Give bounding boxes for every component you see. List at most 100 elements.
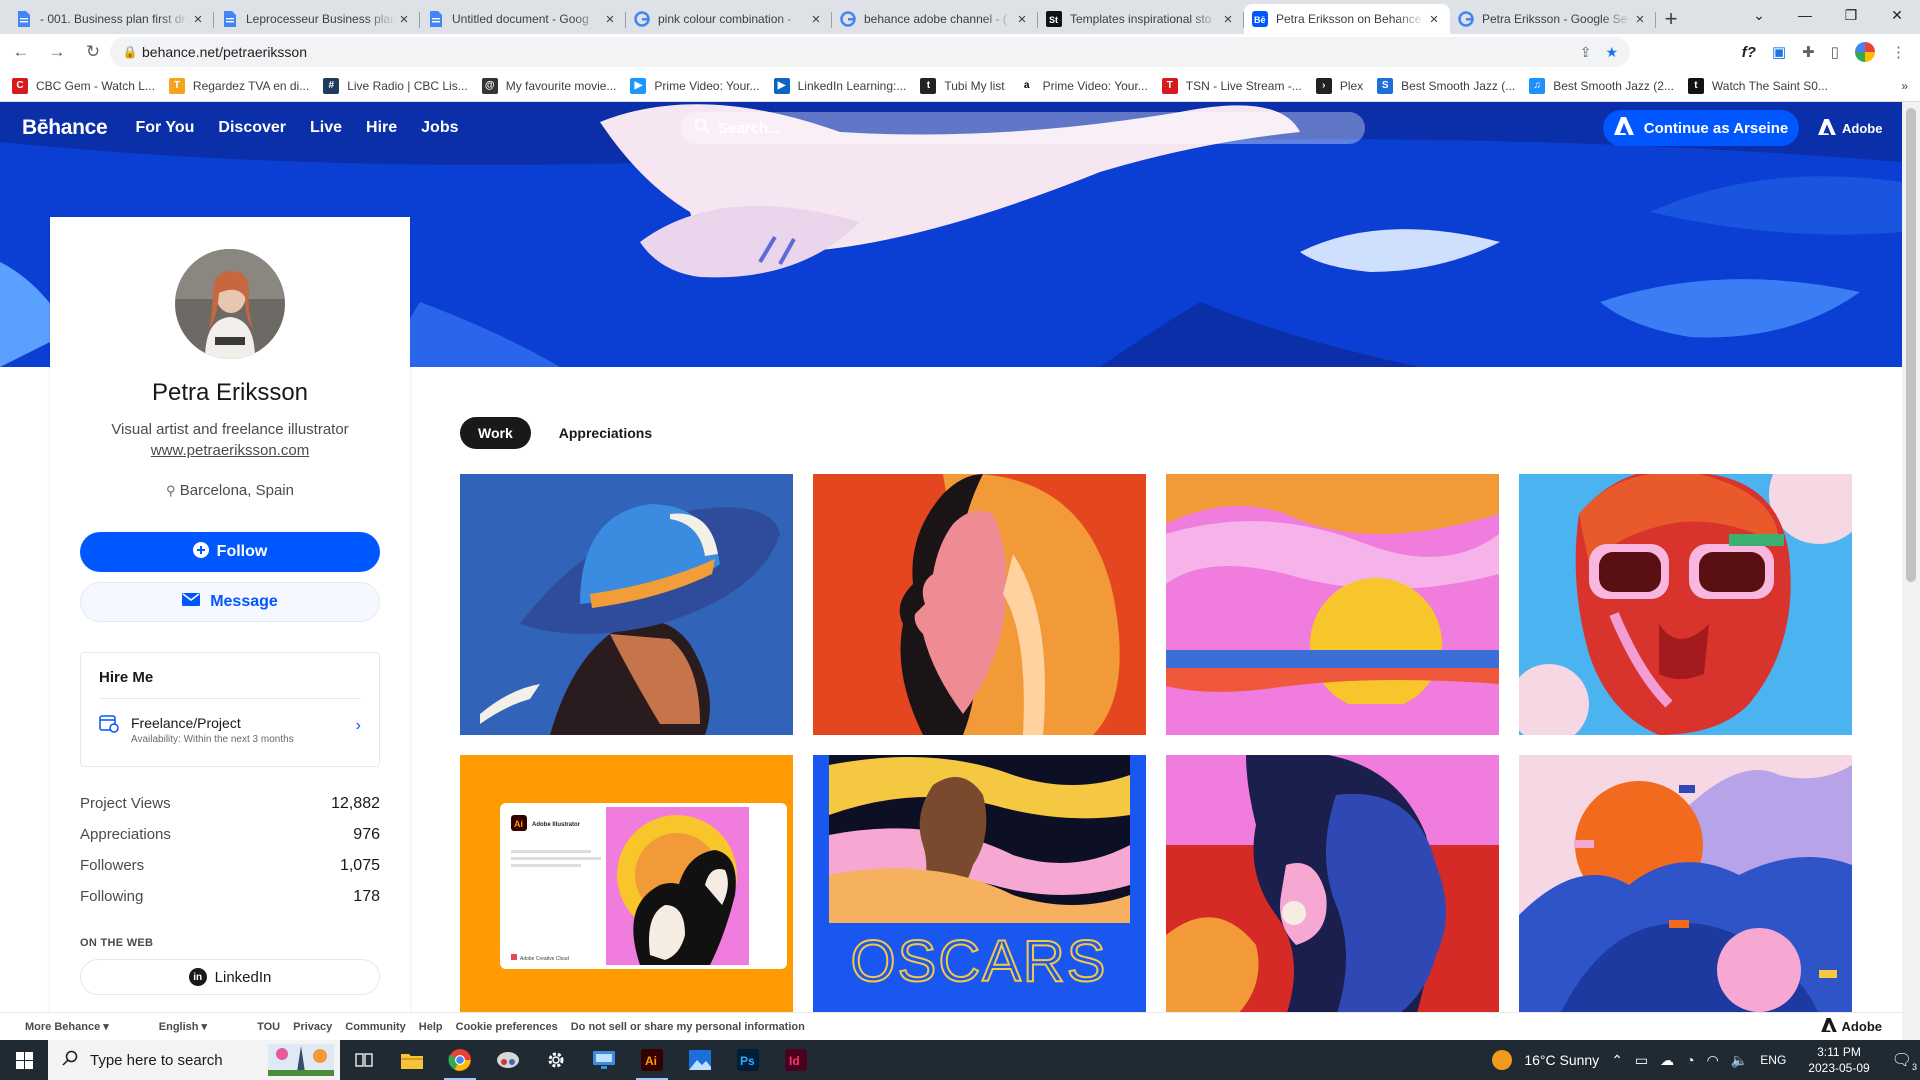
tab-work[interactable]: Work [460, 417, 531, 449]
hire-type[interactable]: Freelance/Project [131, 715, 241, 731]
project-card-profile-woman[interactable] [813, 474, 1146, 735]
weather-text[interactable]: 16°C Sunny [1524, 1052, 1599, 1068]
browser-tab[interactable]: Bē Petra Eriksson on Behance × [1244, 4, 1450, 34]
project-card-hat-woman[interactable] [460, 474, 793, 735]
bookmark-item[interactable]: T TSN - Live Stream -... [1161, 77, 1302, 94]
stat-followers[interactable]: Followers 1,075 [80, 857, 380, 888]
stat-value[interactable]: 178 [353, 888, 380, 919]
adobe-brand[interactable]: Adobe [1818, 119, 1882, 138]
network-icon[interactable]: ◔ [1686, 1052, 1694, 1068]
taskbar-search-input[interactable]: Type here to search [48, 1040, 340, 1080]
project-card-sunset[interactable] [1166, 474, 1499, 735]
nav-jobs[interactable]: Jobs [421, 119, 458, 137]
forward-button[interactable]: → [42, 37, 72, 67]
browser-tab[interactable]: Petra Eriksson - Google Se × [1450, 4, 1656, 34]
nav-live[interactable]: Live [310, 119, 342, 137]
bookmark-item[interactable]: C CBC Gem - Watch L... [12, 77, 155, 94]
close-tab-icon[interactable]: × [602, 11, 618, 28]
settings-gear-icon[interactable] [532, 1040, 580, 1080]
footer-help[interactable]: Help [419, 1021, 443, 1033]
new-tab-button[interactable]: + [1656, 4, 1686, 34]
stat-following[interactable]: Following 178 [80, 888, 380, 919]
browser-tab[interactable]: Leprocesseur Business plan × [214, 4, 420, 34]
project-card-oscars-poster[interactable]: OSCARS [813, 755, 1146, 1016]
cast-extension-icon[interactable]: ▣ [1772, 43, 1786, 61]
back-button[interactable]: ← [6, 37, 36, 67]
nav-for-you[interactable]: For You [135, 119, 194, 137]
footer-cookie-preferences[interactable]: Cookie preferences [456, 1021, 558, 1033]
browser-menu-icon[interactable]: ⋮ [1891, 43, 1906, 61]
profile-website-link[interactable]: www.petraeriksson.com [50, 442, 410, 459]
illustrator-icon[interactable]: Ai [628, 1040, 676, 1080]
bookmark-item[interactable]: @ My favourite movie... [481, 77, 616, 94]
omnibox[interactable]: 🔒 behance.net/petraeriksson ⇪ ★ [110, 37, 1630, 67]
bookmark-item[interactable]: S Best Smooth Jazz (... [1377, 77, 1515, 94]
page-scrollbar[interactable] [1902, 102, 1920, 1040]
snipping-tool-icon[interactable] [484, 1040, 532, 1080]
close-tab-icon[interactable]: × [1632, 11, 1648, 28]
linkedin-button[interactable]: in LinkedIn [80, 959, 380, 995]
notifications-icon[interactable]: 🗨 3 [1892, 1050, 1917, 1072]
url-text[interactable]: behance.net/petraeriksson [142, 44, 307, 60]
close-tab-icon[interactable]: × [1220, 11, 1236, 28]
stat-label[interactable]: Followers [80, 857, 144, 888]
reload-button[interactable]: ↻ [78, 37, 108, 67]
photos-icon[interactable] [676, 1040, 724, 1080]
behance-search-input[interactable]: Search... [680, 112, 1365, 144]
bookmark-item[interactable]: # Live Radio | CBC Lis... [323, 77, 468, 94]
bookmark-item[interactable]: t Tubi My list [920, 77, 1005, 94]
font-extension-icon[interactable]: f? [1742, 44, 1756, 61]
project-card-mountains[interactable] [1519, 755, 1852, 1016]
file-explorer-icon[interactable] [388, 1040, 436, 1080]
photoshop-icon[interactable]: Ps [724, 1040, 772, 1080]
project-card-adobe-illustrator[interactable]: Ai Adobe Illustrator Adobe Creative Cloud [460, 755, 793, 1016]
chrome-icon[interactable] [436, 1040, 484, 1080]
close-tab-icon[interactable]: × [190, 11, 206, 28]
volume-icon[interactable]: 🔈 [1731, 1052, 1748, 1069]
follow-button[interactable]: Follow [80, 532, 380, 572]
close-window-button[interactable]: ✕ [1874, 0, 1920, 30]
stat-label[interactable]: Following [80, 888, 143, 919]
close-tab-icon[interactable]: × [808, 11, 824, 28]
language-indicator[interactable]: ENG [1760, 1053, 1786, 1067]
close-tab-icon[interactable]: × [1014, 11, 1030, 28]
footer-community[interactable]: Community [345, 1021, 406, 1033]
maximize-button[interactable]: ❐ [1828, 0, 1874, 30]
footer-privacy[interactable]: Privacy [293, 1021, 332, 1033]
bookmark-item[interactable]: a Prime Video: Your... [1018, 77, 1148, 94]
tab-search-icon[interactable]: ⌄ [1736, 0, 1782, 30]
bookmark-star-icon[interactable]: ★ [1605, 44, 1618, 61]
indesign-icon[interactable]: Id [772, 1040, 820, 1080]
lock-icon[interactable]: 🔒 [118, 45, 142, 59]
browser-tab[interactable]: pink colour combination - × [626, 4, 832, 34]
chevron-right-icon[interactable]: › [356, 717, 361, 735]
footer-more-behance[interactable]: More Behance ▾ [25, 1020, 109, 1033]
profile-avatar[interactable] [1855, 42, 1875, 62]
windows-start-icon[interactable] [0, 1040, 48, 1080]
bookmark-item[interactable]: ▶ LinkedIn Learning:... [773, 77, 906, 94]
bookmark-item[interactable]: ♫ Best Smooth Jazz (2... [1529, 77, 1674, 94]
project-card-sunglasses-face[interactable] [1519, 474, 1852, 735]
browser-tab[interactable]: behance adobe channel - (× [832, 4, 1038, 34]
footer-language[interactable]: English ▾ [159, 1020, 207, 1033]
task-view-icon[interactable] [340, 1040, 388, 1080]
browser-tab[interactable]: St Templates inspirational sto × [1038, 4, 1244, 34]
clock[interactable]: 3:11 PM 2023-05-09 [1808, 1044, 1869, 1076]
scrollbar-thumb[interactable] [1906, 108, 1916, 582]
behance-logo[interactable]: Bēhance [22, 116, 108, 140]
bookmark-item[interactable]: ▶ Prime Video: Your... [630, 77, 760, 94]
browser-tab[interactable]: Untitled document - Goog × [420, 4, 626, 34]
project-card-blue-profile[interactable] [1166, 755, 1499, 1016]
nav-hire[interactable]: Hire [366, 119, 397, 137]
footer-adobe-brand[interactable]: Adobe [1820, 1018, 1882, 1035]
footer-do-not-sell[interactable]: Do not sell or share my personal informa… [571, 1021, 805, 1033]
onedrive-cloud-icon[interactable]: ☁ [1660, 1052, 1674, 1069]
message-button[interactable]: Message [80, 582, 380, 622]
bookmark-item[interactable]: T Regardez TVA en di... [168, 77, 309, 94]
share-icon[interactable]: ⇪ [1580, 44, 1592, 61]
extensions-puzzle-icon[interactable]: ✚ [1802, 43, 1815, 61]
side-panel-icon[interactable]: ▯ [1831, 43, 1839, 61]
meet-now-icon[interactable]: ▭ [1635, 1052, 1648, 1069]
close-tab-icon[interactable]: × [1426, 11, 1442, 28]
nav-discover[interactable]: Discover [218, 119, 286, 137]
